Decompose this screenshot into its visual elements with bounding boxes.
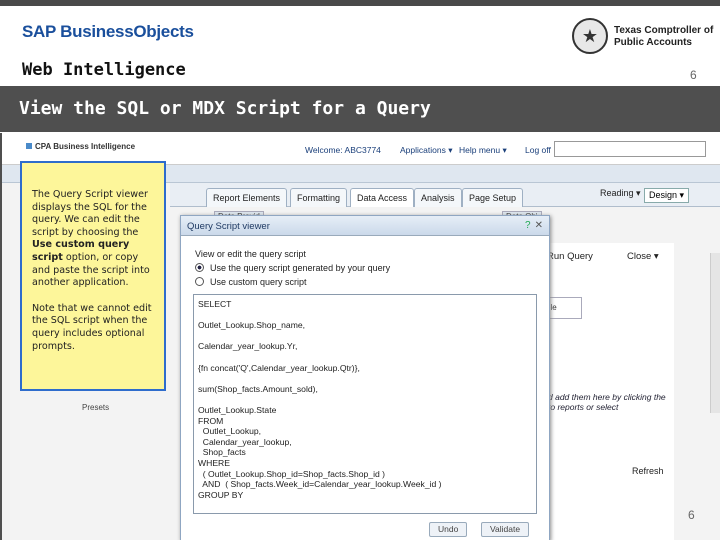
sql-line — [198, 352, 532, 363]
callout-paragraph-2: Note that we cannot edit the SQL script … — [32, 302, 152, 352]
refresh-button[interactable]: Refresh — [632, 466, 664, 476]
sql-line: SELECT — [198, 299, 232, 309]
slide-title: View the SQL or MDX Script for a Query — [19, 98, 431, 119]
sql-script-textarea[interactable]: SELECT Outlet_Lookup.Shop_name, Calendar… — [193, 294, 537, 514]
sql-line — [198, 394, 532, 405]
radio-custom-script[interactable]: Use custom query script — [195, 277, 307, 287]
comptroller-line2: Public Accounts — [614, 37, 692, 48]
close-button[interactable]: Close ▾ — [627, 251, 659, 262]
callout-paragraph-1: The Query Script viewer displays the SQL… — [32, 189, 150, 289]
app-screenshot: CPA Business Intelligence Welcome: ABC37… — [0, 133, 720, 540]
query-script-viewer-dialog: Query Script viewer ? ✕ View or edit the … — [180, 215, 550, 540]
radio-generated-script[interactable]: Use the query script generated by your q… — [195, 263, 390, 273]
texas-seal-icon: ★ — [572, 18, 608, 54]
tab-data-access[interactable]: Data Access — [350, 188, 415, 207]
tab-formatting[interactable]: Formatting — [290, 188, 348, 207]
sql-line: Calendar_year_lookup.Yr, — [198, 341, 298, 352]
close-icon[interactable]: ✕ — [535, 220, 543, 231]
page-number-bottom: 6 — [688, 508, 695, 522]
undo-button[interactable]: Undo — [429, 522, 468, 537]
welcome-text: Welcome: ABC3774 — [305, 145, 381, 155]
sql-line: Shop_facts — [198, 447, 246, 458]
sql-line: WHERE — [198, 457, 230, 468]
sql-line: ( Outlet_Lookup.Shop_id=Shop_facts.Shop_… — [198, 468, 386, 479]
help-icon[interactable]: ? — [525, 220, 531, 231]
logoff-link[interactable]: Log off — [525, 145, 551, 155]
help-menu[interactable]: Help menu ▾ — [459, 145, 507, 156]
sql-line: GROUP BY — [198, 489, 244, 500]
sql-line: FROM — [198, 415, 224, 426]
radio-selected-icon — [195, 263, 204, 272]
sql-line: Outlet_Lookup, — [198, 426, 262, 437]
app-product-name: CPA Business Intelligence — [26, 142, 135, 151]
vertical-scrollbar[interactable] — [710, 253, 720, 413]
sql-line: Outlet_Lookup.Shop_name, — [198, 511, 532, 513]
tab-analysis[interactable]: Analysis — [414, 188, 462, 207]
dialog-instruction: View or edit the query script — [195, 249, 306, 259]
sql-line: sum(Shop_facts.Amount_sold), — [198, 383, 318, 394]
sql-line — [198, 310, 532, 321]
comptroller-line1: Texas Comptroller of — [614, 25, 714, 36]
presets-folder[interactable]: Presets — [82, 403, 109, 412]
explanation-callout: The Query Script viewer displays the SQL… — [20, 161, 166, 391]
comptroller-logo: Texas Comptroller of Public Accounts — [614, 25, 713, 49]
hint-text: d add them here by clicking the to repor… — [548, 392, 666, 412]
sql-line: Calendar_year_lookup, — [198, 436, 292, 447]
sql-line — [198, 373, 532, 384]
reading-mode-button[interactable]: Reading ▾ — [600, 188, 641, 199]
sql-line — [198, 500, 532, 511]
design-mode-button[interactable]: Design ▾ — [644, 188, 690, 203]
slide-title-bar: View the SQL or MDX Script for a Query — [0, 86, 720, 132]
sap-logo: SAP BusinessObjects — [22, 22, 194, 41]
run-query-button[interactable]: Run Query — [547, 251, 593, 262]
sql-line: {fn concat('Q',Calendar_year_lookup.Qtr)… — [198, 362, 360, 373]
sql-line: Outlet_Lookup.State — [198, 404, 277, 415]
dialog-title: Query Script viewer ? ✕ — [181, 216, 549, 236]
tab-page-setup[interactable]: Page Setup — [462, 188, 524, 207]
page-number: 6 — [690, 68, 697, 82]
sql-line: Outlet_Lookup.Shop_name, — [198, 320, 306, 331]
applications-menu[interactable]: Applications ▾ — [400, 145, 452, 156]
sql-line — [198, 331, 532, 342]
product-subtitle: Web Intelligence — [22, 60, 186, 80]
radio-unselected-icon — [195, 277, 204, 286]
validate-button[interactable]: Validate — [481, 522, 530, 537]
top-strip — [0, 0, 720, 6]
app-search-input[interactable] — [554, 141, 706, 157]
sql-line: AND ( Shop_facts.Week_id=Calendar_year_l… — [198, 479, 442, 490]
tab-report-elements[interactable]: Report Elements — [206, 188, 288, 207]
